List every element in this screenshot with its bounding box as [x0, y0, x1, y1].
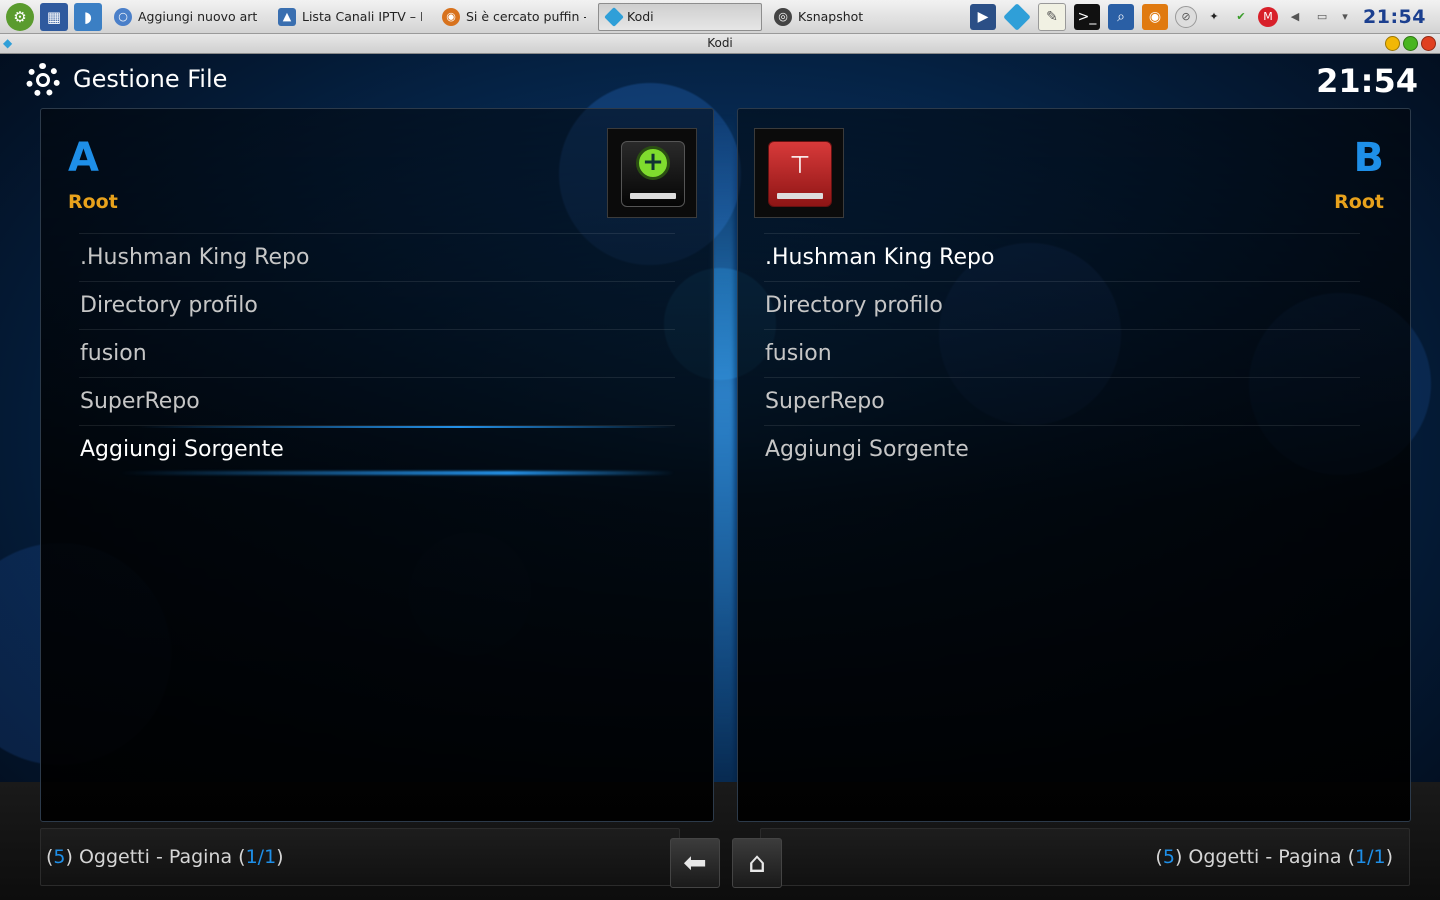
compass-icon[interactable]: ⊘ — [1175, 5, 1198, 28]
image-icon: ▲ — [278, 7, 296, 26]
kodi-window: Gestione File 21:54 A Root + .Hushman Ki… — [0, 54, 1440, 900]
background-light — [712, 114, 734, 814]
os-taskbar: ⚙ ▦ ◗ ○ Aggiungi nuovo artico ▲ Lista Ca… — [0, 0, 1440, 34]
item-count: 5 — [53, 846, 66, 868]
screen: ⚙ ▦ ◗ ○ Aggiungi nuovo artico ▲ Lista Ca… — [0, 0, 1440, 900]
status-open: ( — [1155, 846, 1163, 868]
task-ksnapshot[interactable]: ◎ Ksnapshot — [766, 3, 916, 31]
list-item[interactable]: Aggiungi Sorgente — [764, 425, 1360, 473]
volume-icon[interactable]: ◀ — [1285, 7, 1305, 27]
drive-thumbnail: + — [607, 128, 697, 218]
pane-letter: B — [1353, 135, 1385, 181]
status-right: (5) Oggetti - Pagina (1/1) — [760, 828, 1410, 886]
file-list: .Hushman King Repo Directory profilo fus… — [79, 233, 675, 473]
taskbar-clock[interactable]: 21:54 — [1363, 6, 1426, 28]
system-tray: ▶ ✎ >_ ⌕ ◉ ⊘ ✦ ✔ M ◀ ▭ ▾ 21:54 — [962, 0, 1440, 34]
dropbox-icon[interactable]: ✦ — [1204, 7, 1224, 27]
list-item[interactable]: .Hushman King Repo — [79, 233, 675, 281]
window-controls — [1385, 36, 1436, 51]
search-tool-icon[interactable]: ⌕ — [1108, 3, 1135, 30]
firefox-icon: ◉ — [442, 7, 460, 26]
dolphin-icon[interactable]: ◗ — [74, 2, 102, 31]
pane-path: Root — [68, 191, 118, 213]
list-item[interactable]: Directory profilo — [79, 281, 675, 329]
list-item[interactable]: Directory profilo — [764, 281, 1360, 329]
close-button[interactable] — [1421, 36, 1436, 51]
left-pane: A Root + .Hushman King Repo Directory pr… — [40, 108, 714, 822]
list-item[interactable]: SuperRepo — [79, 377, 675, 425]
window-title: Kodi — [707, 36, 733, 50]
status-close: ) — [1385, 846, 1393, 868]
eye-icon[interactable]: ◉ — [1142, 3, 1169, 30]
status-close: ) — [276, 846, 284, 868]
back-arrow-icon: ⬅ — [683, 846, 707, 879]
chromium-icon: ○ — [114, 7, 132, 26]
task-kodi[interactable]: Kodi — [598, 2, 762, 31]
video-editor-icon[interactable]: ▶ — [970, 3, 997, 30]
page-title: Gestione File — [73, 65, 228, 93]
app-menu-icon[interactable]: ⚙ — [6, 2, 34, 31]
network-drive-icon: ⊤ — [768, 141, 832, 207]
drive-thumbnail: ⊤ — [754, 128, 844, 218]
task-label: Kodi — [627, 9, 654, 24]
hard-drive-add-icon: + — [621, 141, 685, 207]
page-number: 1/1 — [1355, 846, 1386, 868]
minimize-button[interactable] — [1385, 36, 1400, 51]
back-button[interactable]: ⬅ — [670, 838, 720, 888]
task-label: Si è cercato puffin - - I — [466, 9, 586, 24]
maximize-button[interactable] — [1403, 36, 1418, 51]
list-item[interactable]: .Hushman King Repo — [764, 233, 1360, 281]
desktop-icon[interactable]: ▦ — [40, 2, 68, 31]
pane-letter: A — [68, 135, 99, 181]
home-icon: ⌂ — [748, 846, 766, 879]
status-left: (5) Oggetti - Pagina (1/1) — [40, 828, 680, 886]
list-item[interactable]: fusion — [79, 329, 675, 377]
file-list: .Hushman King Repo Directory profilo fus… — [764, 233, 1360, 473]
right-pane: B Root ⊤ .Hushman King Repo Directory pr… — [737, 108, 1411, 822]
kodi-clock: 21:54 — [1316, 62, 1418, 100]
window-titlebar[interactable]: ◆ Kodi — [0, 34, 1440, 54]
home-button[interactable]: ⌂ — [732, 838, 782, 888]
task-label: Ksnapshot — [798, 9, 864, 24]
camera-icon: ◎ — [774, 7, 792, 26]
list-item[interactable]: fusion — [764, 329, 1360, 377]
task-label: Lista Canali IPTV – Dol — [302, 9, 422, 24]
pane-path: Root — [1334, 191, 1384, 213]
task-gwenview[interactable]: ▲ Lista Canali IPTV – Dol — [270, 3, 430, 31]
mega-icon[interactable]: M — [1258, 6, 1279, 27]
status-text: ) Oggetti - Pagina ( — [1174, 846, 1355, 868]
shield-icon[interactable]: ✔ — [1231, 7, 1251, 27]
gear-icon — [26, 63, 60, 97]
item-count: 5 — [1162, 846, 1175, 868]
task-chromium[interactable]: ○ Aggiungi nuovo artico — [106, 3, 266, 31]
task-label: Aggiungi nuovo artico — [138, 9, 258, 24]
page-number: 1/1 — [245, 846, 277, 868]
notepad-icon[interactable]: ✎ — [1038, 2, 1067, 31]
kodi-icon — [604, 6, 624, 27]
status-text: ) Oggetti - Pagina ( — [65, 846, 246, 868]
network-icon[interactable]: ▭ — [1312, 7, 1332, 27]
task-firefox[interactable]: ◉ Si è cercato puffin - - I — [434, 3, 594, 31]
list-item[interactable]: SuperRepo — [764, 377, 1360, 425]
chevron-down-icon[interactable]: ▾ — [1339, 7, 1351, 27]
terminal-icon[interactable]: >_ — [1074, 3, 1101, 30]
list-item-focused[interactable]: Aggiungi Sorgente — [79, 425, 675, 473]
kodi-launcher-icon[interactable] — [1003, 2, 1031, 31]
